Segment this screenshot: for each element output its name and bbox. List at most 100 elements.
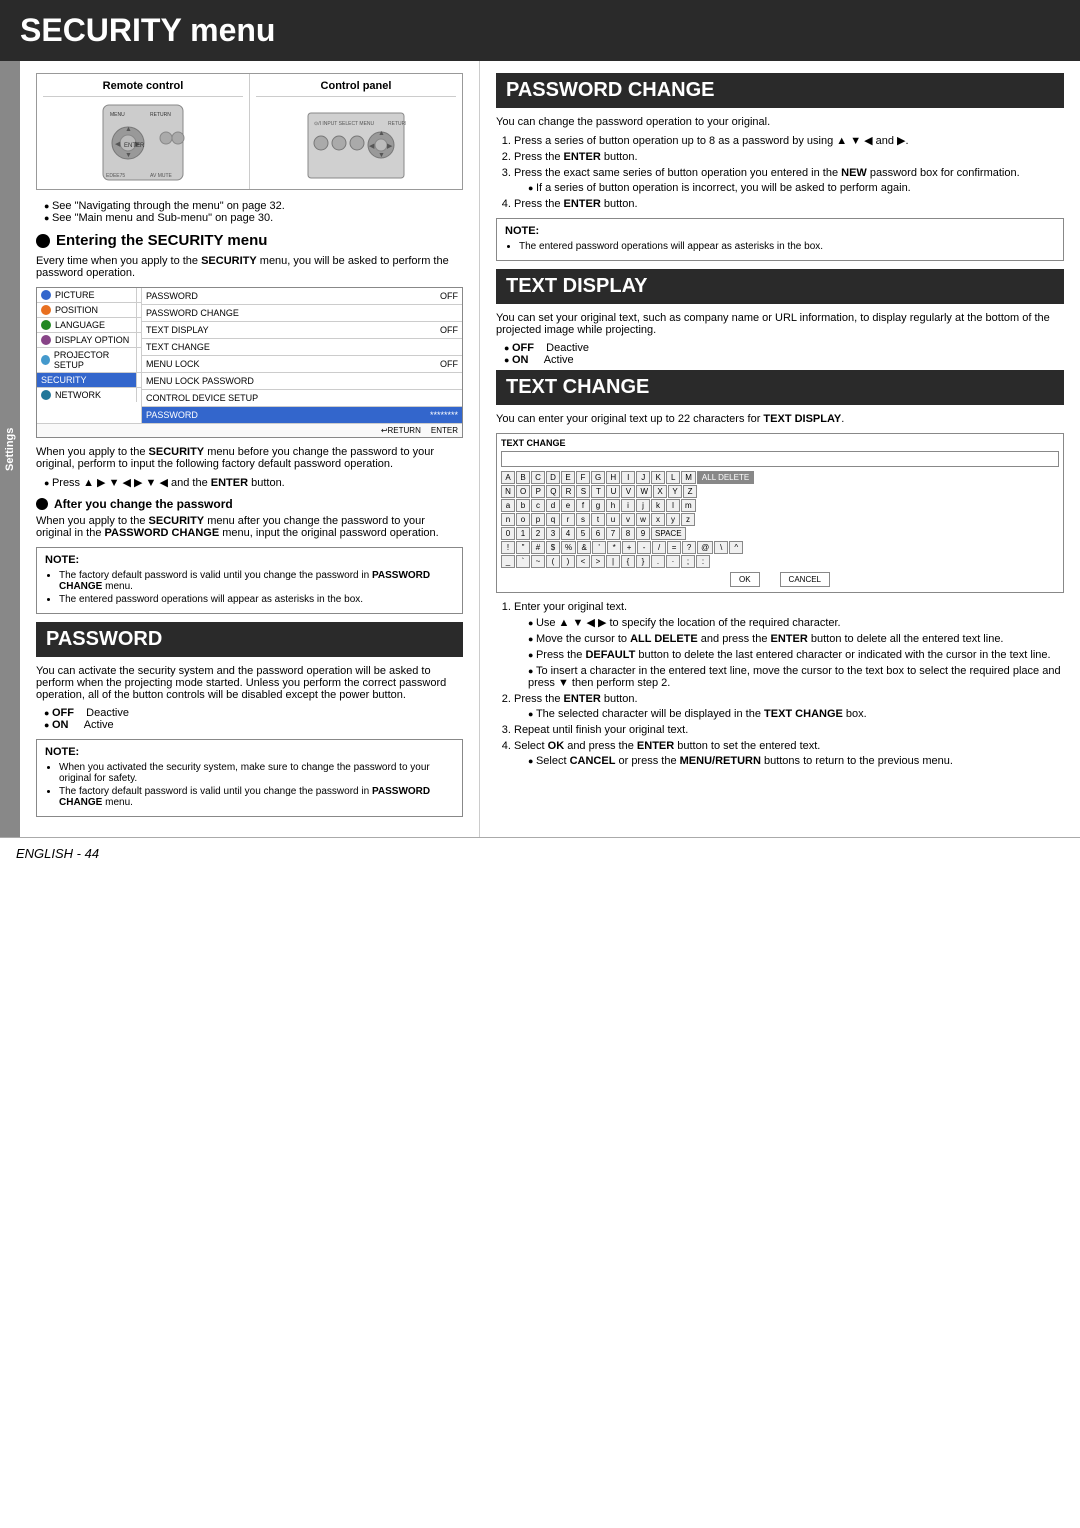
key-I[interactable]: I (621, 471, 635, 484)
key-g[interactable]: g (591, 499, 605, 512)
key-W[interactable]: W (636, 485, 652, 498)
note-box-2: NOTE: When you activated the security sy… (36, 739, 463, 817)
key-P[interactable]: P (531, 485, 545, 498)
key-space[interactable]: SPACE (651, 527, 686, 540)
key-v[interactable]: v (621, 513, 635, 526)
key-2[interactable]: 2 (531, 527, 545, 540)
key-all-delete[interactable]: ALL DELETE (697, 471, 754, 484)
key-B[interactable]: B (516, 471, 530, 484)
key-b[interactable]: b (516, 499, 530, 512)
pc-steps: Press a series of button operation up to… (496, 134, 1064, 210)
key-V[interactable]: V (621, 485, 635, 498)
remote-label: Remote control (43, 80, 243, 97)
key-J[interactable]: J (636, 471, 650, 484)
svg-text:▲: ▲ (378, 130, 385, 137)
key-Q[interactable]: Q (546, 485, 560, 498)
key-3[interactable]: 3 (546, 527, 560, 540)
key-G[interactable]: G (591, 471, 605, 484)
key-y[interactable]: y (666, 513, 680, 526)
remote-graphic: MENU RETURN ▲ ▼ ◀ ▶ ENTER EDEE75 (43, 103, 243, 183)
key-M[interactable]: M (681, 471, 696, 484)
pc-intro: You can change the password operation to… (496, 116, 1064, 128)
key-A[interactable]: A (501, 471, 515, 484)
key-H[interactable]: H (606, 471, 620, 484)
menu-right-menulock: MENU LOCKOFF (142, 356, 462, 373)
keyboard-row-3: a b c d e f g h i j k l m (501, 499, 1059, 512)
keyboard-row-2: N O P Q R S T U V W X Y Z (501, 485, 1059, 498)
key-x[interactable]: x (651, 513, 665, 526)
key-E[interactable]: E (561, 471, 575, 484)
password-section-header: PASSWORD (36, 622, 463, 657)
after-password-header: After you change the password (36, 497, 463, 511)
key-k[interactable]: k (651, 499, 665, 512)
key-u[interactable]: u (606, 513, 620, 526)
key-l[interactable]: l (666, 499, 680, 512)
key-d[interactable]: d (546, 499, 560, 512)
key-R[interactable]: R (561, 485, 575, 498)
key-Y[interactable]: Y (668, 485, 682, 498)
key-i[interactable]: i (621, 499, 635, 512)
key-F[interactable]: F (576, 471, 590, 484)
tc-steps: Enter your original text. Use ▲ ▼ ◀ ▶ to… (496, 601, 1064, 767)
key-r[interactable]: r (561, 513, 575, 526)
svg-text:EDEE75: EDEE75 (106, 173, 125, 179)
key-S[interactable]: S (576, 485, 590, 498)
svg-text:ENTER: ENTER (124, 143, 145, 149)
pc-note-box: NOTE: The entered password operations wi… (496, 218, 1064, 261)
menu-row-network: NETWORK (37, 388, 141, 402)
key-O[interactable]: O (516, 485, 530, 498)
menu-row-position: POSITION (37, 303, 141, 318)
key-C[interactable]: C (531, 471, 545, 484)
key-e[interactable]: e (561, 499, 575, 512)
key-U[interactable]: U (606, 485, 620, 498)
svg-text:◀: ◀ (369, 143, 375, 150)
menu-diagram: PICTURE POSITION LANGUAGE DISPLAY OPTION… (36, 287, 463, 438)
menu-right-menulockpw: MENU LOCK PASSWORD (142, 373, 462, 390)
key-p[interactable]: p (531, 513, 545, 526)
key-0[interactable]: 0 (501, 527, 515, 540)
key-f[interactable]: f (576, 499, 590, 512)
page-title: SECURITY menu (0, 0, 1080, 61)
key-c[interactable]: c (531, 499, 545, 512)
key-T[interactable]: T (591, 485, 605, 498)
key-4[interactable]: 4 (561, 527, 575, 540)
key-1[interactable]: 1 (516, 527, 530, 540)
key-o[interactable]: o (516, 513, 530, 526)
key-6[interactable]: 6 (591, 527, 605, 540)
menu-right-pwchange: PASSWORD CHANGE (142, 305, 462, 322)
keyboard-row-1: A B C D E F G H I J K L M ALL DELETE (501, 471, 1059, 484)
key-h[interactable]: h (606, 499, 620, 512)
key-q[interactable]: q (546, 513, 560, 526)
key-N[interactable]: N (501, 485, 515, 498)
key-n[interactable]: n (501, 513, 515, 526)
key-K[interactable]: K (651, 471, 665, 484)
password-options: OFF Deactive ON Active (36, 707, 463, 731)
key-w[interactable]: w (636, 513, 650, 526)
svg-text:◀: ◀ (115, 141, 121, 148)
menu-right-controldevice: CONTROL DEVICE SETUP (142, 390, 462, 407)
remote-panel-box: Remote control MENU RETURN ▲ ▼ (36, 73, 463, 190)
key-s[interactable]: s (576, 513, 590, 526)
key-z[interactable]: z (681, 513, 695, 526)
key-m[interactable]: m (681, 499, 696, 512)
key-5[interactable]: 5 (576, 527, 590, 540)
svg-text:RETURN: RETURN (388, 121, 406, 127)
td-options: OFF Deactive ON Active (496, 342, 1064, 366)
page-footer: ENGLISH - 44 (0, 837, 1080, 869)
key-a[interactable]: a (501, 499, 515, 512)
keyboard-ok-button[interactable]: OK (730, 572, 760, 587)
key-7[interactable]: 7 (606, 527, 620, 540)
key-9[interactable]: 9 (636, 527, 650, 540)
key-L[interactable]: L (666, 471, 680, 484)
menu-right-textchange: TEXT CHANGE (142, 339, 462, 356)
key-8[interactable]: 8 (621, 527, 635, 540)
note-box-1: NOTE: The factory default password is va… (36, 547, 463, 614)
key-X[interactable]: X (653, 485, 667, 498)
key-t[interactable]: t (591, 513, 605, 526)
key-Z[interactable]: Z (683, 485, 697, 498)
keyboard-cancel-button[interactable]: CANCEL (780, 572, 830, 587)
entering-header: Entering the SECURITY menu (36, 232, 463, 249)
tc-intro: You can enter your original text up to 2… (496, 413, 1064, 425)
key-D[interactable]: D (546, 471, 560, 484)
key-j[interactable]: j (636, 499, 650, 512)
